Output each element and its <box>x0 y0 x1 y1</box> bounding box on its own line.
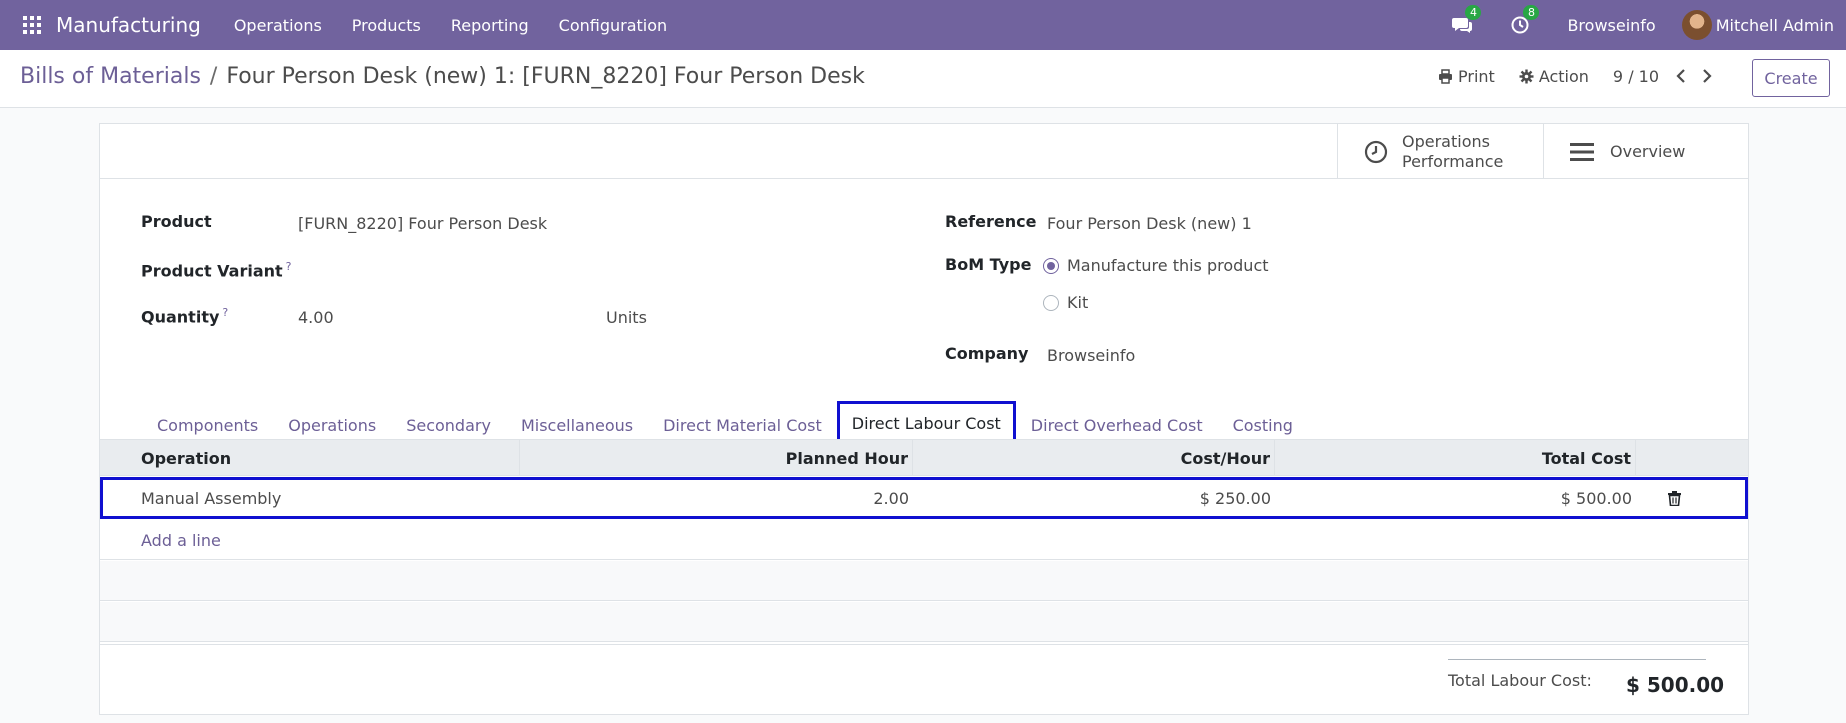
action-label: Action <box>1538 66 1589 86</box>
avatar[interactable] <box>1681 10 1712 40</box>
total-labour-cost-label: Total Labour Cost: <box>1448 671 1592 690</box>
menu-reporting[interactable]: Reporting <box>451 16 529 35</box>
apps-menu-icon[interactable] <box>22 15 42 35</box>
menu-products[interactable]: Products <box>352 16 421 35</box>
menu-operations[interactable]: Operations <box>234 16 322 35</box>
print-icon <box>1439 68 1452 84</box>
table-row[interactable]: Manual Assembly 2.00 $ 250.00 $ 500.00 <box>100 477 1748 519</box>
company-switcher[interactable]: Browseinfo <box>1567 16 1655 35</box>
top-navbar: Manufacturing Operations Products Report… <box>0 0 1846 50</box>
quantity-label: Quantity? <box>141 306 228 326</box>
header-operation[interactable]: Operation <box>100 440 520 476</box>
cell-total-cost[interactable]: $ 500.00 <box>1275 480 1636 516</box>
print-button[interactable]: Print <box>1438 67 1495 86</box>
product-variant-help-icon[interactable]: ? <box>286 260 292 273</box>
breadcrumb-separator: / <box>209 64 218 89</box>
header-planned-hour[interactable]: Planned Hour <box>520 440 913 476</box>
operations-performance-button[interactable]: Operations Performance <box>1337 124 1543 179</box>
header-cost-hour[interactable]: Cost/Hour <box>913 440 1275 476</box>
product-label: Product <box>141 212 212 231</box>
total-labour-cost-value: $ 500.00 <box>1626 673 1725 697</box>
activities-clock-icon[interactable]: 8 <box>1509 5 1540 36</box>
cell-planned-hour[interactable]: 2.00 <box>520 480 913 516</box>
labour-table-header: Operation Planned Hour Cost/Hour Total C… <box>100 439 1748 476</box>
bars-icon <box>1570 142 1594 161</box>
delete-row-trash-icon[interactable] <box>1668 480 1681 516</box>
clock-icon <box>1364 140 1388 163</box>
product-variant-field[interactable] <box>298 260 818 282</box>
user-menu[interactable]: Mitchell Admin <box>1716 16 1834 35</box>
company-field[interactable]: Browseinfo <box>1047 346 1135 365</box>
empty-row <box>100 561 1748 601</box>
reference-label: Reference <box>945 212 1037 231</box>
quantity-field[interactable]: 4.00 <box>298 308 334 327</box>
totals-divider <box>1448 659 1706 660</box>
bom-type-kit-radio[interactable] <box>1043 295 1059 311</box>
print-label: Print <box>1458 66 1495 86</box>
company-label: Company <box>945 344 1029 363</box>
product-field[interactable]: [FURN_8220] Four Person Desk <box>298 214 547 233</box>
button-box: Operations Performance Overview <box>100 124 1748 179</box>
breadcrumb-bills-of-materials[interactable]: Bills of Materials <box>20 64 201 89</box>
empty-row <box>100 602 1748 642</box>
quantity-text: Quantity <box>141 307 220 327</box>
bom-type-label: BoM Type <box>945 255 1032 274</box>
form-sheet: Operations Performance Overview Product … <box>99 123 1749 715</box>
bom-type-kit-label[interactable]: Kit <box>1067 293 1088 312</box>
menu-configuration[interactable]: Configuration <box>559 16 668 35</box>
pager-next-icon[interactable] <box>1697 66 1717 86</box>
overview-button[interactable]: Overview <box>1543 124 1748 179</box>
product-variant-text: Product Variant <box>141 261 283 281</box>
breadcrumb-current: Four Person Desk (new) 1: [FURN_8220] Fo… <box>226 64 865 89</box>
add-line-row <box>100 520 1748 560</box>
operations-performance-line1: Operations <box>1402 131 1490 151</box>
app-name[interactable]: Manufacturing <box>56 13 201 37</box>
activities-badge: 8 <box>1523 5 1540 20</box>
control-panel: Bills of Materials / Four Person Desk (n… <box>0 50 1846 108</box>
header-total-cost[interactable]: Total Cost <box>1275 440 1636 476</box>
breadcrumb: Bills of Materials / Four Person Desk (n… <box>20 64 865 89</box>
operations-performance-line2: Performance <box>1402 151 1504 171</box>
product-variant-label: Product Variant? <box>141 260 292 280</box>
bom-type-manufacture-label[interactable]: Manufacture this product <box>1067 256 1269 275</box>
quantity-help-icon[interactable]: ? <box>222 306 228 319</box>
create-button[interactable]: Create <box>1752 59 1830 97</box>
messages-icon[interactable]: 4 <box>1451 5 1482 36</box>
add-a-line-link[interactable]: Add a line <box>141 531 221 550</box>
cell-operation[interactable]: Manual Assembly <box>141 480 281 516</box>
messages-badge: 4 <box>1465 5 1482 20</box>
bom-type-manufacture-radio[interactable] <box>1043 258 1059 274</box>
uom-field[interactable]: Units <box>606 308 647 327</box>
reference-field[interactable]: Four Person Desk (new) 1 <box>1047 214 1252 233</box>
pager-value[interactable]: 9 / 10 <box>1613 67 1659 86</box>
totals-area: Total Labour Cost: $ 500.00 <box>100 644 1748 716</box>
action-button[interactable]: Action <box>1519 67 1589 86</box>
pager-previous-icon[interactable] <box>1671 66 1691 86</box>
overview-label: Overview <box>1610 142 1686 161</box>
cell-cost-hour[interactable]: $ 250.00 <box>913 480 1275 516</box>
gear-icon <box>1519 69 1534 83</box>
